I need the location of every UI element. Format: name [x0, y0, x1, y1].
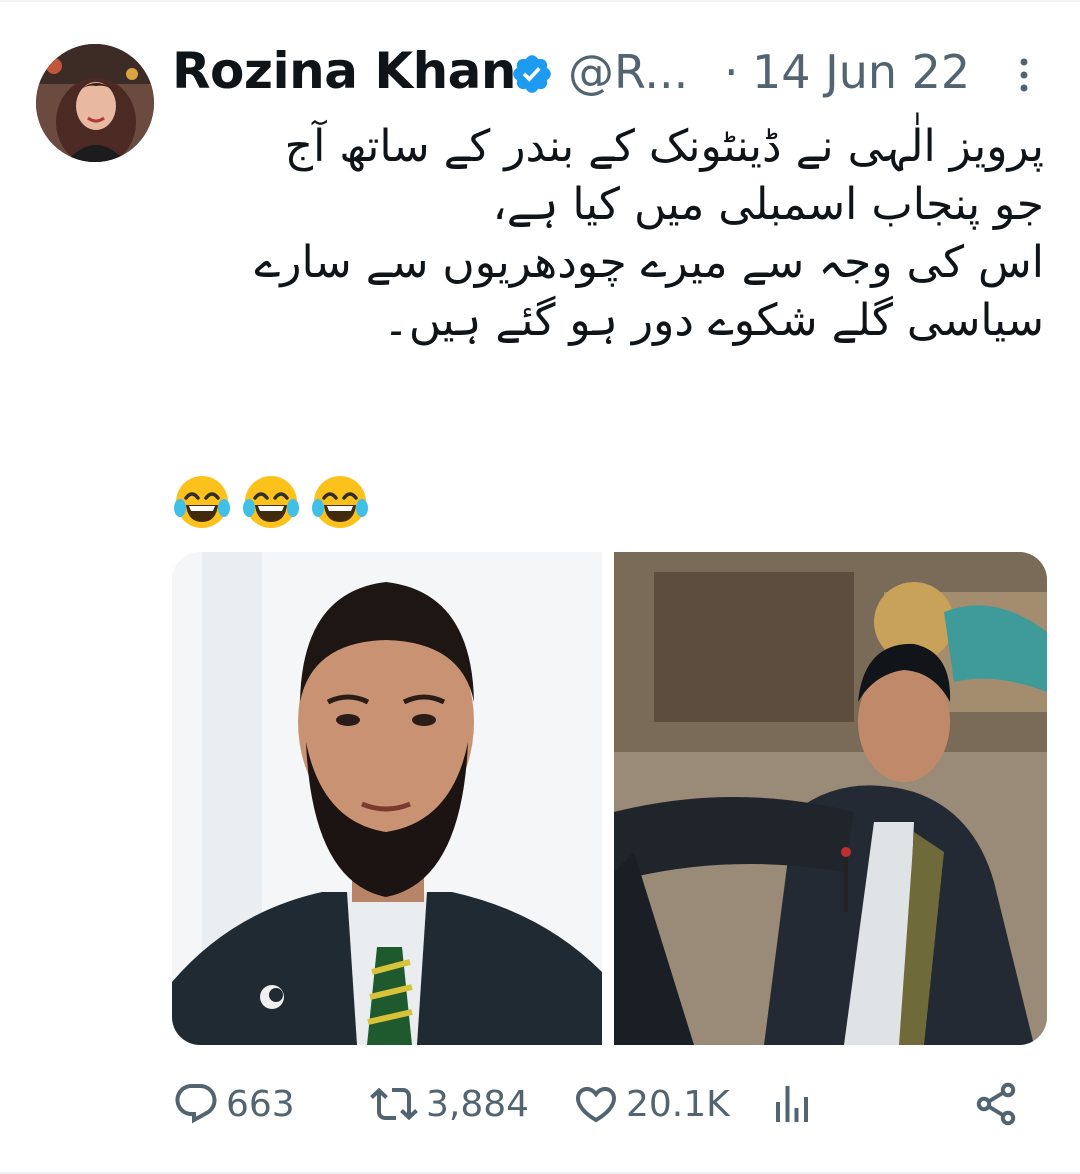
media-photo-left[interactable] — [172, 552, 602, 1045]
reply-button[interactable]: 663 — [172, 1076, 295, 1132]
retweet-button[interactable]: 3,884 — [368, 1076, 529, 1132]
tweet-text-line: پرویز الٰہی نے ڈینٹونک کے بندر کے ساتھ آ… — [284, 121, 1044, 172]
verified-badge-icon — [513, 55, 551, 93]
author-avatar[interactable] — [36, 44, 154, 162]
like-count: 20.1K — [626, 1083, 730, 1125]
tweet-media[interactable] — [172, 552, 1047, 1045]
reply-icon — [175, 1084, 217, 1124]
header-separator: · — [724, 45, 739, 99]
laughing-tears-emoji-icon — [243, 476, 300, 528]
retweet-icon — [370, 1087, 418, 1121]
top-divider — [0, 0, 1080, 2]
tweet-text-line: جو پنجاب اسمبلی میں کیا ہے، — [492, 179, 1044, 230]
share-button[interactable] — [972, 1076, 1026, 1132]
tweet-header: Rozina Khan @R... · 14 Jun 22 — [172, 40, 1042, 106]
retweet-count: 3,884 — [426, 1083, 530, 1125]
author-name[interactable]: Rozina Khan — [172, 42, 517, 100]
tweet-text-line: اس کی وجہ سے میرے چودھریوں سے سارے — [254, 237, 1045, 288]
heart-icon — [575, 1087, 617, 1123]
tweet-text: پرویز الٰہی نے ڈینٹونک کے بندر کے ساتھ آ… — [174, 118, 1045, 350]
analytics-icon — [776, 1086, 808, 1122]
media-photo-right[interactable] — [614, 552, 1047, 1045]
tweet-text-line: سیاسی گلے شکوے دور ہو گئے ہیں۔ — [383, 295, 1044, 346]
share-icon — [976, 1082, 1016, 1126]
author-handle[interactable]: @R... — [568, 45, 688, 99]
laughing-tears-emoji-icon — [174, 476, 230, 528]
more-options-icon[interactable] — [1004, 50, 1044, 100]
views-button[interactable] — [768, 1076, 822, 1132]
tweet-date[interactable]: 14 Jun 22 — [752, 45, 970, 99]
emoji-row — [172, 472, 374, 534]
tweet-actions: 663 3,884 20.1K — [172, 1076, 1042, 1132]
like-button[interactable]: 20.1K — [572, 1076, 730, 1132]
reply-count: 663 — [226, 1083, 295, 1125]
laughing-tears-emoji-icon — [312, 476, 369, 528]
